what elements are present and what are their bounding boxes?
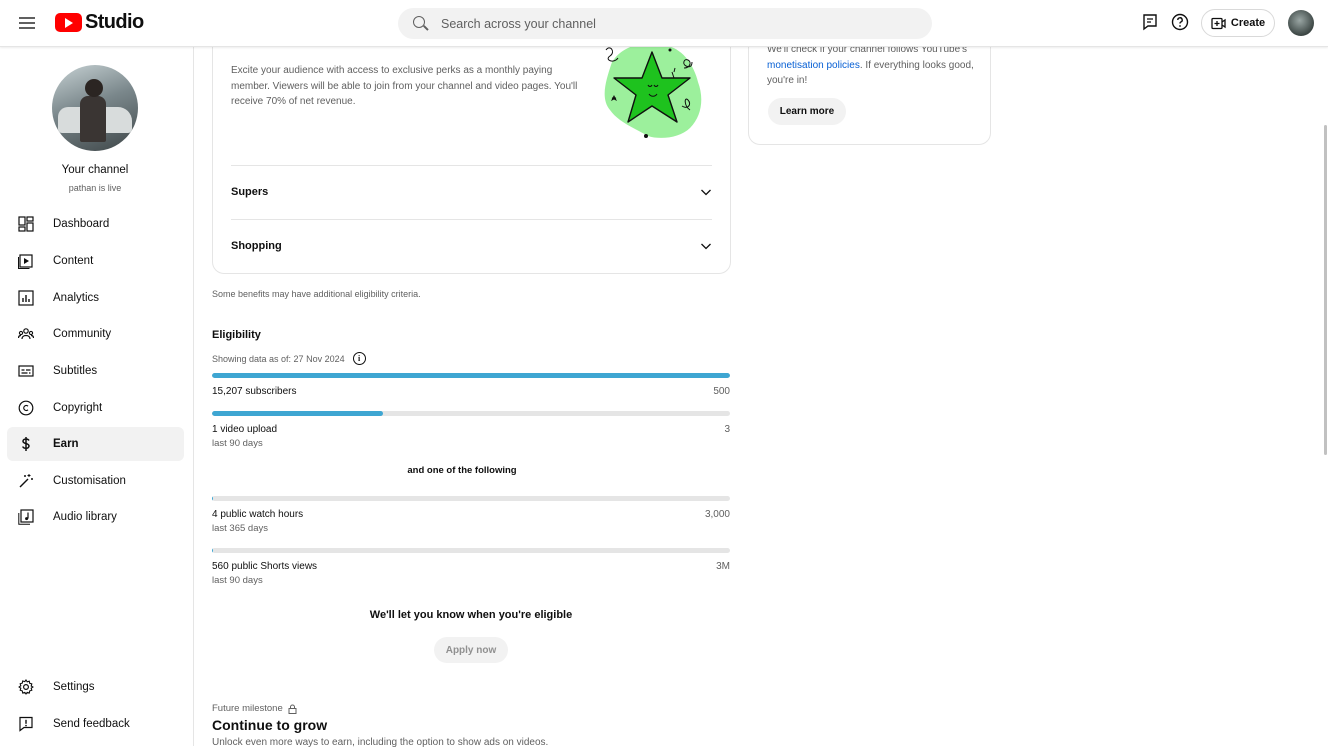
magic-wand-icon xyxy=(18,473,34,489)
supers-row[interactable]: Supers xyxy=(231,166,712,218)
scroll-thumb[interactable] xyxy=(1324,125,1327,455)
progress-fill xyxy=(212,496,213,501)
watch-hours-progress-bar xyxy=(212,496,730,501)
feedback-icon xyxy=(18,716,34,732)
shorts-views-period: last 90 days xyxy=(212,575,263,586)
subtitles-icon xyxy=(18,363,34,379)
community-icon xyxy=(18,326,34,342)
shorts-views-count: 560 public Shorts views xyxy=(212,561,317,572)
copyright-icon xyxy=(18,400,34,416)
policy-text: We'll check if your channel follows YouT… xyxy=(767,42,977,89)
sidebar-item-label: Analytics xyxy=(53,292,99,304)
sidebar-item-earn[interactable]: Earn xyxy=(7,427,184,461)
search-icon[interactable] xyxy=(413,16,429,32)
subscribers-progress-bar xyxy=(212,373,730,378)
lock-icon xyxy=(288,704,297,714)
shorts-views-target: 3M xyxy=(716,561,730,572)
sidebar-item-audio-library[interactable]: Audio library xyxy=(7,500,184,534)
dollar-icon xyxy=(18,436,34,452)
sidebar-item-label: Dashboard xyxy=(53,218,109,230)
sidebar-item-label: Customisation xyxy=(53,475,126,487)
watch-hours-target: 3,000 xyxy=(705,509,730,520)
channel-name: Your channel xyxy=(0,164,190,176)
eligibility-date: Showing data as of: 27 Nov 2024 i xyxy=(212,352,366,365)
sidebar-item-customisation[interactable]: Customisation xyxy=(7,464,184,498)
sidebar-item-label: Send feedback xyxy=(53,718,130,730)
search-bar[interactable] xyxy=(398,8,932,39)
sidebar-item-label: Settings xyxy=(53,681,95,693)
sidebar-item-settings[interactable]: Settings xyxy=(7,670,184,704)
youtube-play-icon xyxy=(55,13,82,32)
logo-text: Studio xyxy=(85,11,144,34)
uploads-period: last 90 days xyxy=(212,438,263,449)
star-illustration xyxy=(598,40,706,144)
sidebar-item-label: Community xyxy=(53,328,111,340)
search-input[interactable] xyxy=(441,17,901,31)
continue-to-grow-title: Continue to grow xyxy=(212,717,327,733)
dashboard-icon xyxy=(18,216,34,232)
sidebar-item-subtitles[interactable]: Subtitles xyxy=(7,354,184,388)
audio-library-icon xyxy=(18,509,34,525)
shorts-views-progress-bar xyxy=(212,548,730,553)
sidebar-item-content[interactable]: Content xyxy=(7,244,184,278)
account-avatar[interactable] xyxy=(1288,10,1314,36)
create-label: Create xyxy=(1231,17,1265,29)
one-of-following: and one of the following xyxy=(212,465,712,476)
sidebar: Your channel pathan is live Dashboard Co… xyxy=(0,47,194,746)
analytics-icon xyxy=(18,290,34,306)
info-icon[interactable]: i xyxy=(353,352,366,365)
benefits-note: Some benefits may have additional eligib… xyxy=(212,289,421,299)
eligible-message: We'll let you know when you're eligible xyxy=(212,609,730,621)
learn-more-button[interactable]: Learn more xyxy=(768,98,846,125)
gear-icon xyxy=(18,679,34,695)
sidebar-item-label: Copyright xyxy=(53,402,102,414)
channel-handle: pathan is live xyxy=(0,183,190,193)
eligibility-date-label: Showing data as of: 27 Nov 2024 xyxy=(212,354,345,364)
sidebar-item-label: Content xyxy=(53,255,93,267)
progress-fill xyxy=(212,373,730,378)
help-icon[interactable] xyxy=(1171,13,1189,31)
sidebar-item-copyright[interactable]: Copyright xyxy=(7,391,184,425)
future-milestone: Future milestone xyxy=(212,703,297,714)
subscribers-count: 15,207 subscribers xyxy=(212,386,297,397)
sidebar-item-dashboard[interactable]: Dashboard xyxy=(7,207,184,241)
uploads-count: 1 video upload xyxy=(212,424,277,435)
content-icon xyxy=(18,253,34,269)
sidebar-item-analytics[interactable]: Analytics xyxy=(7,281,184,315)
supers-label: Supers xyxy=(231,186,268,198)
eligibility-title: Eligibility xyxy=(212,329,261,341)
memberships-description: Excite your audience with access to excl… xyxy=(231,63,591,110)
chevron-down-icon[interactable] xyxy=(700,240,712,252)
apply-now-button[interactable]: Apply now xyxy=(434,637,508,663)
shopping-row[interactable]: Shopping xyxy=(231,220,712,272)
avatar-photo-head xyxy=(85,79,103,97)
monetisation-policies-link[interactable]: monetisation policies xyxy=(767,60,860,71)
studio-logo[interactable]: Studio xyxy=(55,11,144,34)
scrollbar[interactable] xyxy=(1323,47,1328,746)
sidebar-item-community[interactable]: Community xyxy=(7,317,184,351)
menu-icon[interactable] xyxy=(17,14,37,32)
channel-avatar[interactable] xyxy=(52,65,138,151)
sidebar-item-send-feedback[interactable]: Send feedback xyxy=(7,707,184,741)
uploads-progress-bar xyxy=(212,411,730,416)
continue-to-grow-desc: Unlock even more ways to earn, including… xyxy=(212,737,548,748)
uploads-target: 3 xyxy=(724,424,730,435)
sidebar-item-label: Audio library xyxy=(53,511,117,523)
chevron-down-icon[interactable] xyxy=(700,186,712,198)
avatar-photo-body xyxy=(80,96,106,142)
subscribers-target: 500 xyxy=(713,386,730,397)
top-bar: Studio Create xyxy=(0,0,1328,47)
sidebar-item-label: Earn xyxy=(53,438,79,450)
shopping-label: Shopping xyxy=(231,240,282,252)
watch-hours-count: 4 public watch hours xyxy=(212,509,303,520)
future-milestone-label: Future milestone xyxy=(212,703,283,714)
create-video-icon xyxy=(1211,17,1226,30)
messages-icon[interactable] xyxy=(1141,13,1159,31)
watch-hours-period: last 365 days xyxy=(212,523,268,534)
create-button[interactable]: Create xyxy=(1201,9,1275,37)
sidebar-item-label: Subtitles xyxy=(53,365,97,377)
progress-fill xyxy=(212,411,383,416)
